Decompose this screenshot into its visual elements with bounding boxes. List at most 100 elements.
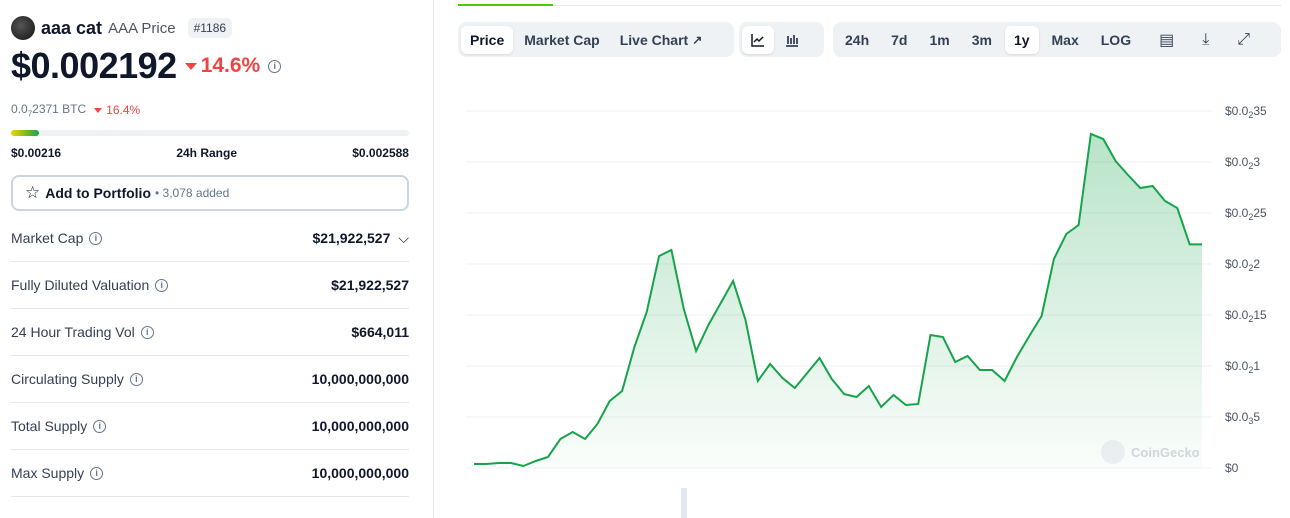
download-icon[interactable]: ⤓ <box>1193 26 1218 54</box>
tab-live-chart[interactable]: Live Chart ↗ <box>611 26 712 54</box>
stat-label-text: 24 Hour Trading Vol <box>11 324 135 341</box>
candlestick-button[interactable] <box>776 26 808 54</box>
y-tick-part: 2 <box>1248 314 1253 324</box>
stat-label: Total Supply i <box>11 418 107 435</box>
y-tick-part: $0.0 <box>1225 257 1249 271</box>
stat-value-text: 10,000,000,000 <box>311 465 409 482</box>
stat-label: Circulating Supply i <box>11 371 143 387</box>
range-bar-fill <box>11 130 39 137</box>
range-log[interactable]: LOG <box>1092 26 1140 54</box>
chart-tabs: Price Market Cap Live Chart ↗ <box>458 22 734 57</box>
price-change: 14.6% <box>200 54 261 77</box>
calendar-icon[interactable]: ▤ <box>1150 26 1183 54</box>
info-icon[interactable]: i <box>89 231 103 245</box>
range-low: $0.00216 <box>11 146 62 161</box>
y-tick-label: $0.023 <box>1225 155 1260 171</box>
y-tick-part: 2 <box>1248 110 1253 120</box>
add-to-portfolio-label: Add to Portfolio <box>45 185 152 202</box>
stat-label-text: Total Supply <box>11 418 88 435</box>
btc-price-digits: 2371 BTC <box>32 102 87 116</box>
range-max[interactable]: Max <box>1043 26 1088 54</box>
y-tick-part: 25 <box>1253 206 1267 220</box>
y-tick-part: $0.0 <box>1225 308 1249 322</box>
stat-value: $21,922,527 <box>331 277 409 293</box>
stats-list: Market Cap i $21,922,527 ⌵ Fully Diluted Val… <box>11 215 409 498</box>
info-icon[interactable]: i <box>90 466 104 480</box>
btc-price: 0.072371 BTC <box>11 102 86 118</box>
info-icon[interactable]: i <box>129 372 143 386</box>
scroll-handle[interactable] <box>681 488 687 518</box>
stat-row: Market Cap i $21,922,527 ⌵ <box>11 215 409 263</box>
live-chart-label: Live Chart <box>619 31 689 48</box>
info-icon[interactable]: i <box>268 59 282 73</box>
stat-value: $664,011 <box>351 324 409 340</box>
range-1m[interactable]: 1m <box>920 26 958 54</box>
tab-market-cap[interactable]: Market Cap <box>515 26 608 54</box>
price-row: $0.002192 14.6% i <box>11 45 409 86</box>
current-price: $0.002192 <box>11 45 177 86</box>
price-line <box>474 132 1202 468</box>
chevron-down-icon[interactable]: ⌵ <box>398 230 409 246</box>
watermark: CoinGecko <box>1131 445 1200 460</box>
range-24h[interactable]: 24h <box>836 26 878 54</box>
y-tick-part: $0.0 <box>1225 155 1249 169</box>
down-arrow-icon <box>94 107 103 113</box>
stat-value-text: $664,011 <box>351 324 409 341</box>
range-7d[interactable]: 7d <box>882 26 916 54</box>
y-tick-label: $0.0235 <box>1225 104 1267 120</box>
fullscreen-icon[interactable]: ⤢ <box>1228 26 1259 54</box>
candlestick-icon <box>786 34 798 47</box>
range-1y[interactable]: 1y <box>1004 25 1039 54</box>
stat-row: Max Supply i 10,000,000,000 <box>11 450 409 498</box>
y-tick-label: $0.022 <box>1225 257 1260 273</box>
range-label: 24h Range <box>176 146 237 161</box>
y-tick-part: 2 <box>1248 263 1253 273</box>
line-chart-icon <box>751 33 764 47</box>
y-tick-part: 3 <box>1248 416 1253 426</box>
range-3m[interactable]: 3m <box>963 26 1001 54</box>
stat-value: 10,000,000,000 <box>312 465 409 481</box>
coin-name: aaa cat <box>41 17 103 38</box>
stat-label-text: Circulating Supply <box>11 371 124 388</box>
y-tick-part: 2 <box>1248 161 1253 171</box>
y-tick-part: 15 <box>1253 308 1267 322</box>
stat-row: Circulating Supply i 10,000,000,000 <box>11 356 409 404</box>
y-tick-part: $0 <box>1225 461 1239 475</box>
info-icon[interactable]: i <box>155 278 169 292</box>
coin-logo <box>11 16 35 40</box>
stat-value: 10,000,000,000 <box>312 371 409 387</box>
price-chart: $0.0235$0.023$0.0225$0.022$0.0215$0.021$… <box>466 104 1267 475</box>
portfolio-added-count: • 3,078 added <box>155 186 230 201</box>
star-icon: ☆ <box>25 183 41 203</box>
y-tick-label: $0.0225 <box>1225 206 1267 222</box>
info-icon[interactable]: i <box>140 325 154 339</box>
stat-row: 24 Hour Trading Vol i $664,011 <box>11 309 409 357</box>
stat-value: 10,000,000,000 <box>312 418 409 434</box>
btc-price-row: 0.072371 BTC 16.4% <box>11 102 409 118</box>
y-tick-part: $0.0 <box>1225 206 1249 220</box>
tab-price[interactable]: Price <box>461 25 514 54</box>
range-bar <box>11 130 409 137</box>
chart-type-toggle <box>739 22 824 57</box>
stat-value-text: 10,000,000,000 <box>311 371 409 388</box>
info-icon[interactable]: i <box>93 419 107 433</box>
y-tick-label: $0.021 <box>1225 359 1260 375</box>
y-tick-label: $0 <box>1225 461 1239 475</box>
stat-value[interactable]: $21,922,527 ⌵ <box>313 230 409 247</box>
coin-summary-panel: aaa cat AAA Price #1186 $0.002192 14.6% … <box>11 0 409 498</box>
external-link-icon: ↗ <box>692 32 703 47</box>
add-to-portfolio-button[interactable]: ☆ Add to Portfolio • 3,078 added <box>11 175 409 212</box>
stat-label: Market Cap i <box>11 230 103 246</box>
stat-label: 24 Hour Trading Vol i <box>11 324 154 340</box>
y-tick-label: $0.035 <box>1225 410 1260 426</box>
btc-change: 16.4% <box>106 103 141 118</box>
active-section-indicator <box>458 4 553 6</box>
coingecko-logo <box>1101 440 1125 464</box>
stat-label: Max Supply i <box>11 465 104 481</box>
y-tick-part: 35 <box>1253 104 1267 118</box>
stat-value-text: $21,922,527 <box>331 277 409 294</box>
y-tick-label: $0.0215 <box>1225 308 1267 324</box>
line-chart-button[interactable] <box>742 25 774 54</box>
stat-value-text: $21,922,527 <box>312 229 391 246</box>
price-area <box>474 133 1202 468</box>
